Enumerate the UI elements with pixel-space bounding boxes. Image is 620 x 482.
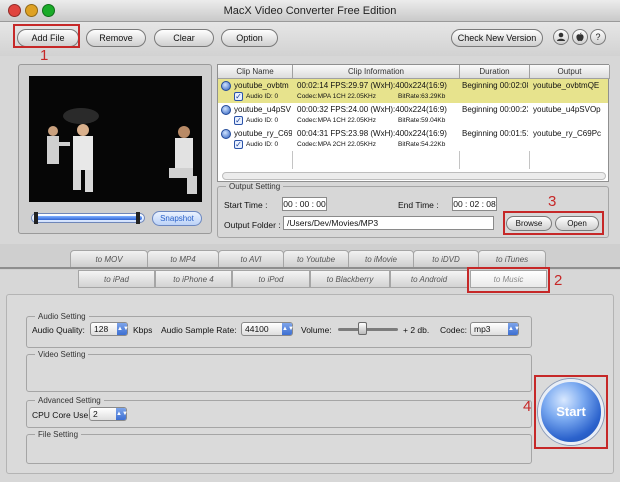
title-bar: MacX Video Converter Free Edition [0, 0, 620, 22]
clear-button[interactable]: Clear [154, 29, 214, 47]
audio-id-cell: Audio ID: 0 [246, 93, 279, 100]
audio-id-cell: Audio ID: 0 [246, 141, 279, 148]
column-header-clip-name[interactable]: Clip Name [218, 65, 293, 79]
bitrate-cell: BitRate:63.29Kb [398, 93, 446, 100]
file-setting-group: File Setting [26, 430, 532, 464]
tab-to-iphone-4[interactable]: to iPhone 4 [155, 270, 232, 288]
video-setting-group: Video Setting [26, 350, 532, 392]
audio-sample-rate-select[interactable]: 44100 ▲▼ [241, 322, 294, 336]
window-title: MacX Video Converter Free Edition [223, 5, 397, 17]
bitrate-cell: BitRate:54.22Kb [398, 141, 446, 148]
codec-cell: Codec:MPA 1CH 22.05KHz [297, 117, 376, 124]
output-folder-field[interactable]: /Users/Dev/Movies/MP3 [283, 216, 494, 230]
audio-quality-select[interactable]: 128 ▲▼ [90, 322, 129, 336]
start-time-field[interactable]: 00 : 00 : 00 [282, 197, 327, 211]
output-cell[interactable]: youtube_ovbtmQE [533, 80, 607, 92]
app-window: MacX Video Converter Free Edition Add Fi… [0, 0, 620, 482]
chevron-updown-icon: ▲▼ [117, 323, 129, 335]
column-header-output[interactable]: Output [530, 65, 610, 79]
audio-track-checkbox[interactable]: ✓ [234, 92, 243, 101]
horizontal-scrollbar[interactable] [222, 172, 606, 180]
column-header-clip-information[interactable]: Clip Information [293, 65, 460, 79]
kbps-label: Kbps [133, 325, 153, 335]
annotation-3: 3 [548, 193, 557, 210]
output-folder-label: Output Folder : [224, 220, 281, 230]
option-button[interactable]: Option [221, 29, 278, 47]
audio-sample-rate-label: Audio Sample Rate: [161, 325, 237, 335]
tab-to-itunes[interactable]: to iTunes [478, 250, 546, 268]
file-setting-legend: File Setting [38, 430, 79, 439]
end-time-field[interactable]: 00 : 02 : 08 [452, 197, 497, 211]
highlight-box-to-music [467, 267, 550, 293]
duration-cell: Beginning 00:02:08 [462, 81, 528, 90]
tab-to-imovie[interactable]: to iMovie [348, 250, 414, 268]
highlight-box-browse-open [503, 211, 604, 235]
tab-to-mp4[interactable]: to MP4 [147, 250, 219, 268]
user-icon[interactable] [553, 29, 569, 45]
audio-setting-legend: Audio Setting [38, 312, 86, 321]
volume-label: Volume: [301, 325, 332, 335]
audio-track-checkbox[interactable]: ✓ [234, 116, 243, 125]
output-setting-legend: Output Setting [229, 182, 281, 191]
tab-to-ipod[interactable]: to iPod [232, 270, 310, 288]
help-icon[interactable]: ? [590, 29, 606, 45]
codec-cell: Codec:MPA 1CH 22.05KHz [297, 93, 376, 100]
annotation-1: 1 [40, 47, 49, 64]
volume-slider-track[interactable] [338, 328, 398, 331]
chevron-updown-icon: ▲▼ [508, 323, 520, 335]
toolbar: Add File Remove Clear Option Check New V… [0, 22, 620, 56]
audio-quality-value: 128 [94, 324, 109, 334]
annotation-2: 2 [554, 272, 563, 289]
duration-cell: Beginning 00:01:51 [462, 129, 528, 138]
tab-to-idvd[interactable]: to iDVD [413, 250, 479, 268]
tab-to-blackberry[interactable]: to Blackberry [310, 270, 390, 288]
trim-end-handle[interactable] [136, 212, 140, 224]
clip-table: Clip Name Clip Information Duration Outp… [217, 64, 610, 182]
tab-to-android[interactable]: to Android [390, 270, 468, 288]
video-setting-legend: Video Setting [38, 350, 86, 359]
video-file-icon [221, 129, 231, 139]
tab-to-mov[interactable]: to MOV [70, 250, 148, 268]
tab-to-ipad[interactable]: to iPad [78, 270, 155, 288]
advanced-setting-legend: Advanced Setting [38, 396, 101, 405]
codec-select[interactable]: mp3 ▲▼ [470, 322, 520, 336]
bitrate-cell: BitRate:59.04Kb [398, 117, 446, 124]
end-time-label: End Time : [398, 200, 439, 210]
check-new-version-button[interactable]: Check New Version [451, 29, 543, 47]
tab-to-avi[interactable]: to AVI [218, 250, 284, 268]
remove-button[interactable]: Remove [86, 29, 146, 47]
chevron-updown-icon: ▲▼ [282, 323, 294, 335]
video-file-icon [221, 81, 231, 91]
snapshot-button[interactable]: Snapshot [152, 211, 202, 226]
cpu-core-use-select[interactable]: 2 ▲▼ [89, 407, 128, 421]
playback-progress-fill [34, 216, 142, 220]
highlight-box-start [534, 375, 608, 449]
apple-icon[interactable] [572, 29, 588, 45]
codec-cell: Codec:MPA 2CH 22.05KHz [297, 141, 376, 148]
tab-to-youtube[interactable]: to Youtube [283, 250, 349, 268]
duration-cell: Beginning 00:00:23 [462, 105, 528, 114]
video-file-icon [221, 105, 231, 115]
start-time-label: Start Time : [224, 200, 268, 210]
column-header-duration[interactable]: Duration [460, 65, 530, 79]
audio-track-checkbox[interactable]: ✓ [234, 140, 243, 149]
output-cell[interactable]: youtube_u4pSVOp [533, 104, 607, 116]
codec-label: Codec: [440, 325, 467, 335]
output-cell[interactable]: youtube_ry_C69Pc [533, 128, 607, 140]
chevron-updown-icon: ▲▼ [116, 408, 128, 420]
playback-progress-track[interactable] [31, 212, 145, 224]
cpu-core-use-value: 2 [93, 409, 98, 419]
audio-sample-rate-value: 44100 [245, 324, 269, 334]
volume-slider-knob[interactable] [358, 322, 368, 335]
audio-quality-label: Audio Quality: [32, 325, 85, 335]
cpu-core-use-label: CPU Core Use: [32, 410, 91, 420]
codec-value: mp3 [474, 324, 491, 334]
volume-value: + 2 db. [403, 325, 430, 335]
video-preview-screen [29, 76, 202, 202]
trim-start-handle[interactable] [34, 212, 38, 224]
audio-id-cell: Audio ID: 0 [246, 117, 279, 124]
highlight-box-add-file [13, 24, 80, 48]
annotation-4: 4 [523, 398, 532, 415]
